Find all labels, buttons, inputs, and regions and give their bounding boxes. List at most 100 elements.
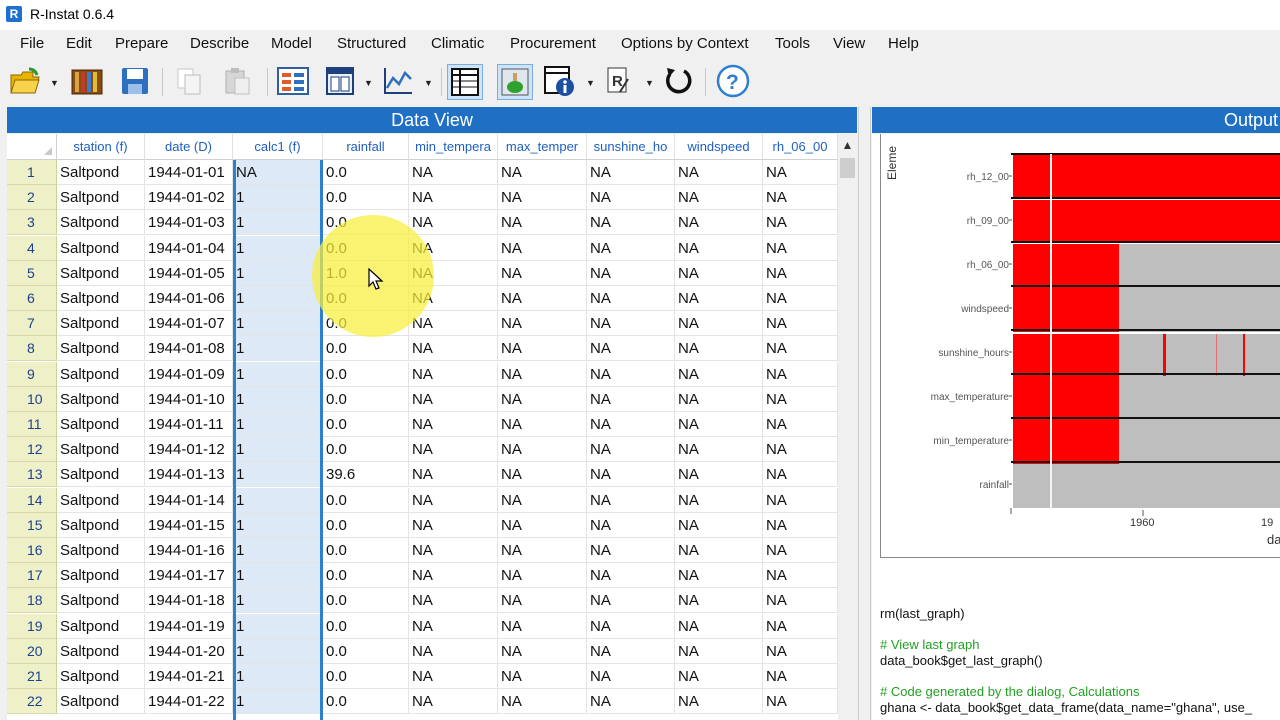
cell-max-temperature[interactable]: NA xyxy=(498,538,587,563)
table-row[interactable]: 20 Saltpond 1944-01-20 1 0.0 NA NA NA NA NA xyxy=(7,638,857,664)
cell-min-temperature[interactable]: NA xyxy=(409,462,498,488)
cell-station[interactable]: Saltpond xyxy=(57,185,145,211)
column-header-station[interactable]: station (f) xyxy=(57,134,145,160)
cell-rh-06-00[interactable]: NA xyxy=(763,286,838,311)
row-number[interactable]: 6 xyxy=(7,286,57,311)
cell-windspeed[interactable]: NA xyxy=(675,512,763,538)
cell-windspeed[interactable]: NA xyxy=(675,638,763,664)
table-row[interactable]: 15 Saltpond 1944-01-15 1 0.0 NA NA NA NA NA xyxy=(7,512,857,538)
cell-calc1[interactable]: 1 xyxy=(233,235,323,261)
cell-date[interactable]: 1944-01-02 xyxy=(145,185,233,211)
cell-windspeed[interactable]: NA xyxy=(675,538,763,563)
column-header-date[interactable]: date (D) xyxy=(145,134,233,160)
table-row[interactable]: 4 Saltpond 1944-01-04 1 0.0 NA NA NA NA NA xyxy=(7,235,857,261)
column-header-sunshine-hours[interactable]: sunshine_ho xyxy=(587,134,675,160)
cell-calc1[interactable]: 1 xyxy=(233,386,323,412)
cell-max-temperature[interactable]: NA xyxy=(498,361,587,387)
table-row[interactable]: 9 Saltpond 1944-01-09 1 0.0 NA NA NA NA NA xyxy=(7,361,857,387)
cell-rh-06-00[interactable]: NA xyxy=(763,160,838,185)
table-row[interactable]: 11 Saltpond 1944-01-11 1 0.0 NA NA NA NA NA xyxy=(7,412,857,437)
cell-max-temperature[interactable]: NA xyxy=(498,286,587,311)
menu-structured[interactable]: Structured xyxy=(337,35,406,52)
table-row[interactable]: 3 Saltpond 1944-01-03 1 0.0 NA NA NA NA NA xyxy=(7,210,857,236)
row-number[interactable]: 20 xyxy=(7,638,57,664)
cell-station[interactable]: Saltpond xyxy=(57,286,145,311)
cell-sunshine-hours[interactable]: NA xyxy=(587,563,675,589)
cell-station[interactable]: Saltpond xyxy=(57,311,145,337)
cell-rh-06-00[interactable]: NA xyxy=(763,260,838,286)
column-header-windspeed[interactable]: windspeed xyxy=(675,134,763,160)
cell-max-temperature[interactable]: NA xyxy=(498,588,587,614)
scroll-up-arrow-icon[interactable]: ▲ xyxy=(838,138,857,154)
menu-options-by-context[interactable]: Options by Context xyxy=(621,35,749,52)
cell-windspeed[interactable]: NA xyxy=(675,689,763,715)
cell-rh-06-00[interactable]: NA xyxy=(763,538,838,563)
cell-station[interactable]: Saltpond xyxy=(57,638,145,664)
cell-min-temperature[interactable]: NA xyxy=(409,512,498,538)
grid-corner-select-all[interactable] xyxy=(7,134,57,160)
cell-date[interactable]: 1944-01-04 xyxy=(145,235,233,261)
table-row[interactable]: 5 Saltpond 1944-01-05 1 1.0 NA NA NA NA NA xyxy=(7,260,857,286)
cell-station[interactable]: Saltpond xyxy=(57,588,145,614)
cell-windspeed[interactable]: NA xyxy=(675,235,763,261)
column-header-rh-06-00[interactable]: rh_06_00 xyxy=(763,134,838,160)
cell-min-temperature[interactable]: NA xyxy=(409,538,498,563)
table-row[interactable]: 17 Saltpond 1944-01-17 1 0.0 NA NA NA NA NA xyxy=(7,563,857,589)
cell-windspeed[interactable]: NA xyxy=(675,361,763,387)
table-row[interactable]: 7 Saltpond 1944-01-07 1 0.0 NA NA NA NA NA xyxy=(7,311,857,337)
cell-min-temperature[interactable]: NA xyxy=(409,260,498,286)
cell-rainfall[interactable]: 0.0 xyxy=(323,588,409,614)
cell-sunshine-hours[interactable]: NA xyxy=(587,638,675,664)
info-dropdown-arrow[interactable]: ▼ xyxy=(586,78,595,88)
cell-calc1[interactable]: 1 xyxy=(233,512,323,538)
cell-sunshine-hours[interactable]: NA xyxy=(587,437,675,463)
cell-min-temperature[interactable]: NA xyxy=(409,235,498,261)
cell-min-temperature[interactable]: NA xyxy=(409,210,498,236)
cell-windspeed[interactable]: NA xyxy=(675,210,763,236)
column-header-calc1[interactable]: calc1 (f) xyxy=(233,134,323,160)
column-metadata-dropdown-arrow[interactable]: ▼ xyxy=(364,78,373,88)
column-header-min-temperature[interactable]: min_tempera xyxy=(409,134,498,160)
cell-station[interactable]: Saltpond xyxy=(57,361,145,387)
cell-sunshine-hours[interactable]: NA xyxy=(587,185,675,211)
cell-station[interactable]: Saltpond xyxy=(57,235,145,261)
cell-windspeed[interactable]: NA xyxy=(675,613,763,639)
cell-max-temperature[interactable]: NA xyxy=(498,462,587,488)
cell-rainfall[interactable]: 0.0 xyxy=(323,512,409,538)
cell-sunshine-hours[interactable]: NA xyxy=(587,235,675,261)
menu-model[interactable]: Model xyxy=(271,35,312,52)
cell-date[interactable]: 1944-01-05 xyxy=(145,260,233,286)
table-row[interactable]: 6 Saltpond 1944-01-06 1 0.0 NA NA NA NA NA xyxy=(7,286,857,311)
cell-max-temperature[interactable]: NA xyxy=(498,512,587,538)
cell-calc1[interactable]: 1 xyxy=(233,664,323,689)
cell-date[interactable]: 1944-01-14 xyxy=(145,487,233,513)
cell-station[interactable]: Saltpond xyxy=(57,462,145,488)
cell-min-temperature[interactable]: NA xyxy=(409,336,498,362)
table-row[interactable]: 2 Saltpond 1944-01-02 1 0.0 NA NA NA NA NA xyxy=(7,185,857,211)
cell-windspeed[interactable]: NA xyxy=(675,437,763,463)
cell-calc1[interactable]: NA xyxy=(233,160,323,185)
cell-windspeed[interactable]: NA xyxy=(675,311,763,337)
menu-describe[interactable]: Describe xyxy=(190,35,249,52)
cell-sunshine-hours[interactable]: NA xyxy=(587,664,675,689)
cell-rainfall[interactable]: 0.0 xyxy=(323,160,409,185)
cell-rainfall[interactable]: 0.0 xyxy=(323,412,409,437)
cell-windspeed[interactable]: NA xyxy=(675,185,763,211)
cell-min-temperature[interactable]: NA xyxy=(409,588,498,614)
cell-rainfall[interactable]: 39.6 xyxy=(323,462,409,488)
cell-rainfall[interactable]: 0.0 xyxy=(323,689,409,715)
cell-min-temperature[interactable]: NA xyxy=(409,160,498,185)
cell-rh-06-00[interactable]: NA xyxy=(763,185,838,211)
cell-min-temperature[interactable]: NA xyxy=(409,437,498,463)
cell-date[interactable]: 1944-01-18 xyxy=(145,588,233,614)
menu-procurement[interactable]: Procurement xyxy=(510,35,596,52)
cell-sunshine-hours[interactable]: NA xyxy=(587,336,675,362)
info-metadata-icon[interactable] xyxy=(543,64,577,98)
cell-sunshine-hours[interactable]: NA xyxy=(587,588,675,614)
cell-max-temperature[interactable]: NA xyxy=(498,235,587,261)
cell-rh-06-00[interactable]: NA xyxy=(763,462,838,488)
cell-station[interactable]: Saltpond xyxy=(57,613,145,639)
cell-max-temperature[interactable]: NA xyxy=(498,185,587,211)
cell-windspeed[interactable]: NA xyxy=(675,462,763,488)
table-row[interactable]: 21 Saltpond 1944-01-21 1 0.0 NA NA NA NA NA xyxy=(7,664,857,689)
